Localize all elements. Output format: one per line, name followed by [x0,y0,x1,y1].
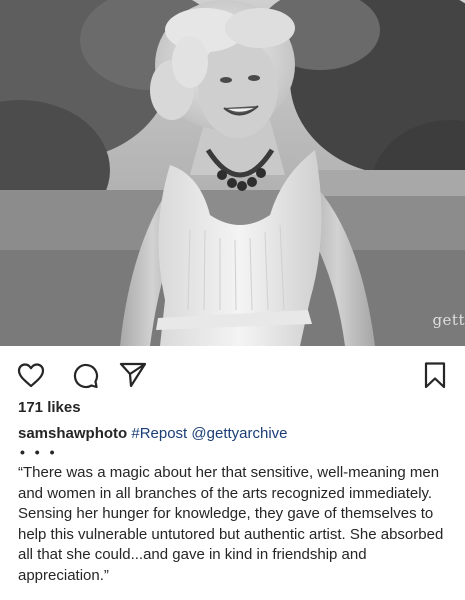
more-dots[interactable]: • • • [20,444,57,460]
share-button[interactable] [118,360,148,390]
paper-plane-icon [119,362,147,388]
username-link[interactable]: samshawphoto [18,425,127,442]
action-bar [0,346,465,402]
caption-header: samshawphoto #Repost @gettyarchive [18,425,288,442]
post-image[interactable]: gett [0,0,465,346]
like-button[interactable] [16,360,46,390]
watermark: gett [432,311,465,329]
comment-button[interactable] [70,360,100,390]
bookmark-icon [424,362,446,389]
save-button[interactable] [420,360,450,390]
photo-illustration [0,0,465,346]
hashtag-link[interactable]: #Repost [131,425,187,442]
mention-link[interactable]: @gettyarchive [191,425,287,442]
comment-icon [73,363,99,389]
heart-icon [17,363,45,388]
caption-text: “There was a magic about her that sensit… [18,464,444,584]
likes-count[interactable]: 171 likes [18,399,81,416]
